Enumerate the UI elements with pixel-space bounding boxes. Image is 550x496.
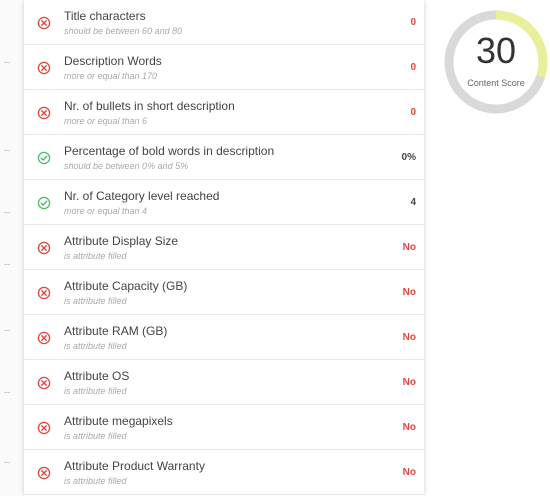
- x-circle-icon: [37, 241, 51, 255]
- check-value: No: [402, 242, 416, 253]
- check-row: Nr. of Category level reached more or equ…: [24, 180, 424, 225]
- check-row: Attribute OS is attribute filled No: [24, 360, 424, 405]
- check-circle-icon: [37, 196, 51, 210]
- check-value: 0: [410, 62, 416, 73]
- check-title: Attribute OS: [64, 369, 130, 383]
- check-requirement: is attribute filled: [64, 251, 127, 261]
- check-requirement: should be between 0% and 5%: [64, 161, 189, 171]
- content-score-widget: 30 Content Score: [442, 8, 550, 116]
- check-circle-icon: [37, 151, 51, 165]
- x-circle-icon: [37, 466, 51, 480]
- content-score-label: Content Score: [467, 78, 525, 88]
- check-value: No: [402, 467, 416, 478]
- check-requirement: more or equal than 4: [64, 206, 148, 216]
- check-value: 0: [410, 107, 416, 118]
- gutter-mark: [4, 392, 10, 393]
- check-title: Attribute Display Size: [64, 234, 179, 248]
- check-value: 4: [410, 197, 416, 208]
- check-row: Attribute Capacity (GB) is attribute fill…: [24, 270, 424, 315]
- x-circle-icon: [37, 16, 51, 30]
- check-title: Attribute RAM (GB): [64, 324, 168, 338]
- check-value: No: [402, 422, 416, 433]
- check-title: Title characters: [64, 9, 146, 23]
- check-requirement: is attribute filled: [64, 386, 127, 396]
- x-circle-icon: [37, 331, 51, 345]
- x-circle-icon: [37, 421, 51, 435]
- check-value: No: [402, 287, 416, 298]
- check-row: Title characters should be between 60 and…: [24, 0, 424, 45]
- check-row: Attribute megapixels is attribute filled N…: [24, 405, 424, 450]
- content-checks-list: Title characters should be between 60 and…: [24, 0, 424, 495]
- x-circle-icon: [37, 286, 51, 300]
- check-value: No: [402, 377, 416, 388]
- check-requirement: should be between 60 and 80: [64, 26, 183, 36]
- check-title: Attribute megapixels: [64, 414, 173, 428]
- check-row: Percentage of bold words in description s…: [24, 135, 424, 180]
- gutter-mark: [4, 462, 10, 463]
- content-score-value: 30: [475, 30, 517, 71]
- check-row: Attribute Product Warranty is attribute f…: [24, 450, 424, 495]
- check-row: Nr. of bullets in short description more …: [24, 90, 424, 135]
- check-title: Nr. of Category level reached: [64, 189, 220, 203]
- content-checks-panel: Title characters should be between 60 and…: [24, 0, 424, 496]
- check-requirement: is attribute filled: [64, 476, 127, 486]
- left-gutter: [0, 0, 24, 496]
- check-value: 0%: [401, 152, 416, 163]
- x-circle-icon: [37, 61, 51, 75]
- check-requirement: more or equal than 170: [64, 71, 158, 81]
- check-title: Attribute Capacity (GB): [64, 279, 188, 293]
- x-circle-icon: [37, 106, 51, 120]
- gutter-mark: [4, 264, 10, 265]
- check-value: 0: [410, 17, 416, 28]
- check-row: Description Words more or equal than 170 0: [24, 45, 424, 90]
- check-requirement: is attribute filled: [64, 296, 127, 306]
- check-title: Description Words: [64, 54, 162, 68]
- check-title: Nr. of bullets in short description: [64, 99, 235, 113]
- gutter-mark: [4, 212, 10, 213]
- check-value: No: [402, 332, 416, 343]
- x-circle-icon: [37, 376, 51, 390]
- check-title: Attribute Product Warranty: [64, 459, 205, 473]
- check-row: Attribute Display Size is attribute fille…: [24, 225, 424, 270]
- check-requirement: is attribute filled: [64, 431, 127, 441]
- gutter-mark: [4, 62, 10, 63]
- check-requirement: is attribute filled: [64, 341, 127, 351]
- check-title: Percentage of bold words in description: [64, 144, 275, 158]
- check-row: Attribute RAM (GB) is attribute filled No: [24, 315, 424, 360]
- check-requirement: more or equal than 6: [64, 116, 148, 126]
- gutter-mark: [4, 150, 10, 151]
- gutter-mark: [4, 330, 10, 331]
